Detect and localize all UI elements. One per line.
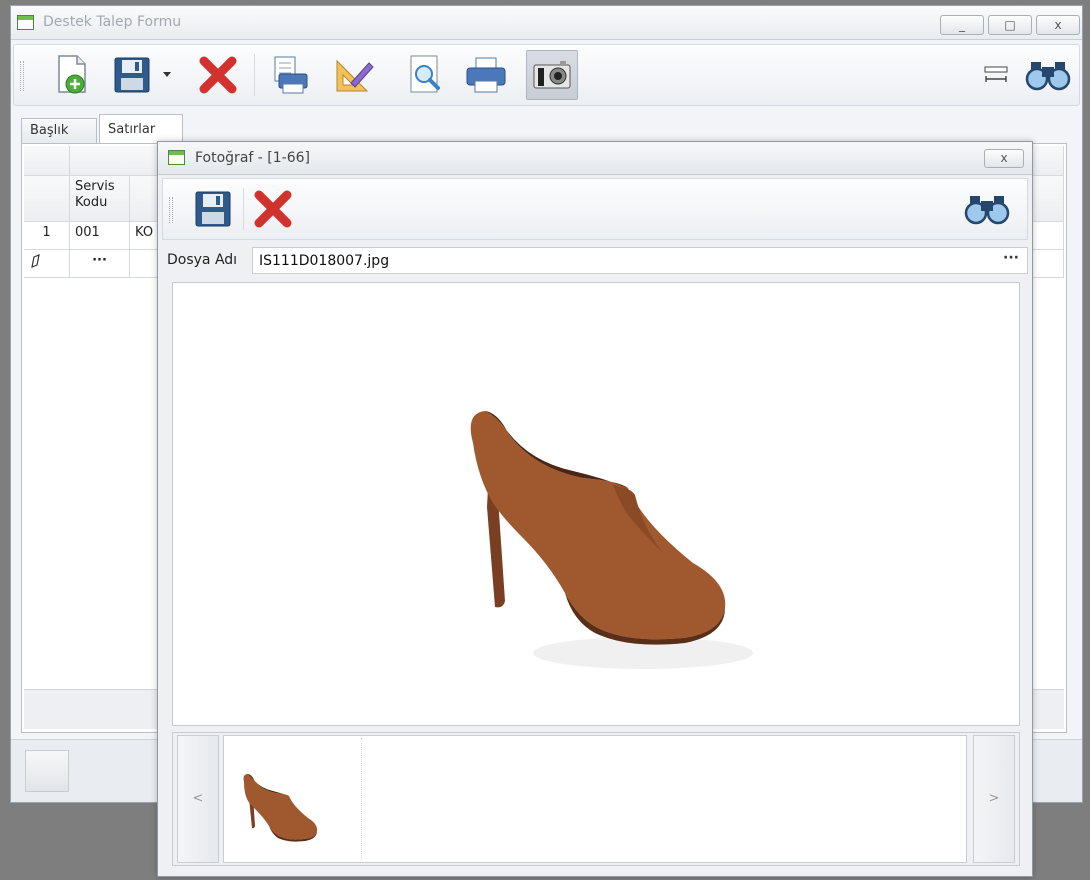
grid-row-header-corner — [24, 176, 70, 222]
save-icon — [114, 57, 150, 93]
photo-button[interactable] — [526, 50, 578, 100]
binoculars-icon — [1025, 62, 1071, 91]
note-icon[interactable] — [25, 750, 69, 792]
dialog-toolbar-grip[interactable] — [169, 197, 173, 223]
print-preview-button[interactable] — [266, 51, 314, 99]
column-header-servis-kodu[interactable]: Servis Kodu — [70, 176, 130, 222]
save-button[interactable] — [108, 51, 156, 99]
delete-button[interactable] — [194, 51, 242, 99]
delete-icon — [254, 190, 292, 228]
file-name-row: Dosya Adı ··· — [162, 246, 1028, 276]
thumbnail-area — [223, 735, 967, 863]
save-dropdown[interactable] — [160, 65, 174, 85]
window-title: Destek Talep Formu — [43, 14, 182, 30]
delete-icon — [199, 56, 237, 94]
new-button[interactable] — [48, 51, 96, 99]
minimize-button[interactable]: _ — [940, 15, 984, 35]
main-title-bar[interactable]: Destek Talep Formu _ □ x — [11, 6, 1082, 40]
file-name-label: Dosya Adı — [167, 252, 238, 268]
pencil-icon — [31, 254, 40, 268]
zoom-preview-button[interactable] — [402, 51, 450, 99]
image-viewer — [172, 282, 1020, 726]
column-width-button[interactable] — [972, 51, 1020, 99]
camera-icon — [533, 61, 571, 89]
main-toolbar — [13, 44, 1080, 106]
thumbnail-prev-button[interactable]: < — [177, 735, 219, 863]
grid-corner — [24, 146, 70, 176]
shoe-thumbnail — [243, 774, 318, 842]
dialog-toolbar — [162, 178, 1028, 240]
close-button[interactable]: x — [1036, 15, 1080, 35]
file-name-input[interactable] — [252, 247, 1028, 274]
dialog-save-button[interactable] — [189, 185, 237, 233]
dialog-title: Fotoğraf - [1-66] — [195, 150, 310, 166]
zoom-preview-icon — [410, 55, 440, 93]
dialog-delete-button[interactable] — [249, 185, 297, 233]
dialog-window-icon — [168, 150, 185, 165]
dialog-toolbar-separator — [243, 188, 244, 230]
photo-dialog: Fotoğraf - [1-66] x Dosya Adı IS111D0180… — [157, 141, 1033, 877]
dialog-title-bar[interactable]: Fotoğraf - [1-66] x — [158, 142, 1032, 175]
new-row-ellipsis[interactable]: ··· — [70, 250, 130, 278]
dropdown-arrow-icon — [163, 72, 171, 77]
save-icon — [195, 191, 231, 227]
binoculars-icon — [964, 196, 1010, 225]
window-icon — [17, 15, 34, 30]
row-number: 1 — [24, 222, 70, 250]
new-document-icon — [58, 55, 86, 94]
design-button[interactable] — [330, 51, 378, 99]
column-width-icon — [984, 66, 1008, 82]
printer-icon — [466, 57, 506, 93]
cell-servis-kodu[interactable]: 001 — [70, 222, 130, 250]
find-button[interactable] — [1024, 51, 1072, 99]
dialog-close-button[interactable]: x — [984, 149, 1024, 168]
print-preview-icon — [274, 56, 308, 94]
thumbnail-next-button[interactable]: > — [973, 735, 1015, 863]
tab-baslik[interactable]: Başlık — [21, 118, 97, 144]
toolbar-separator — [254, 54, 255, 96]
shoe-photo — [470, 411, 753, 669]
new-row-indicator — [24, 250, 70, 278]
print-button[interactable] — [462, 51, 510, 99]
maximize-button[interactable]: □ — [988, 15, 1032, 35]
toolbar-grip[interactable] — [20, 61, 24, 91]
thumbnail-strip: < > — [172, 732, 1020, 866]
dialog-find-button[interactable] — [963, 185, 1011, 233]
file-browse-button[interactable]: ··· — [998, 250, 1024, 270]
design-icon — [336, 59, 374, 92]
thumbnail-item[interactable] — [226, 738, 362, 860]
